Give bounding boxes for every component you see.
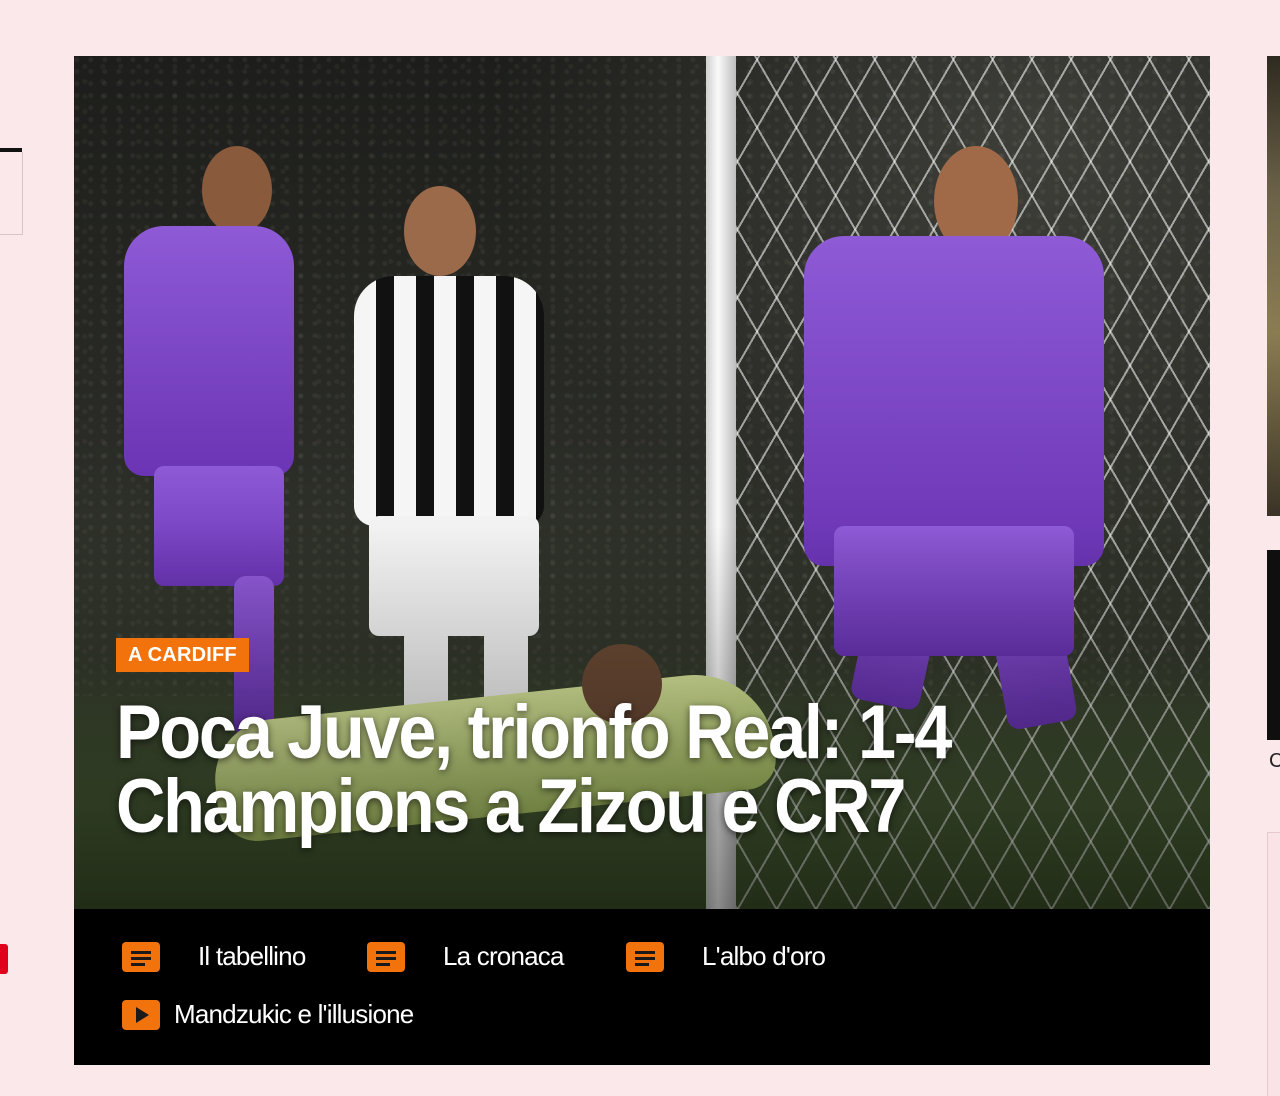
headline-line-1[interactable]: Poca Juve, trionfo Real: 1-4 — [116, 695, 1070, 771]
related-link-cronaca[interactable]: La cronaca — [367, 941, 564, 972]
right-column-video-thumb[interactable] — [1267, 550, 1280, 740]
hero-article: A CARDIFF Poca Juve, trionfo Real: 1-4 C… — [74, 56, 1210, 1065]
headline-link[interactable]: Poca Juve, trionfo Real: 1-4 Champions a… — [116, 695, 1070, 845]
right-column-caption[interactable]: C — [1269, 750, 1280, 773]
related-link-label[interactable]: Mandzukic e l'illusione — [174, 999, 414, 1030]
video-play-icon — [122, 999, 160, 1030]
headline-line-2[interactable]: Champions a Zizou e CR7 — [116, 769, 1070, 845]
section-kicker-badge[interactable]: A CARDIFF — [116, 638, 249, 672]
article-icon — [626, 941, 664, 972]
related-link-albo-doro[interactable]: L'albo d'oro — [626, 941, 826, 972]
related-links-bar: Il tabellino La cronaca L'albo d'oro Man… — [74, 909, 1210, 1065]
left-column-red-badge[interactable] — [0, 944, 8, 974]
left-column-box — [0, 152, 23, 235]
related-link-label[interactable]: Il tabellino — [198, 941, 306, 972]
article-icon — [122, 941, 160, 972]
related-link-label[interactable]: L'albo d'oro — [702, 941, 826, 972]
article-icon — [367, 941, 405, 972]
related-link-tabellino[interactable]: Il tabellino — [122, 941, 306, 972]
page: A CARDIFF Poca Juve, trionfo Real: 1-4 C… — [0, 0, 1280, 1096]
related-link-video-mandzukic[interactable]: Mandzukic e l'illusione — [122, 999, 414, 1030]
hero-photo[interactable]: A CARDIFF Poca Juve, trionfo Real: 1-4 C… — [74, 56, 1210, 909]
right-column-image[interactable] — [1267, 56, 1280, 516]
right-column-card — [1267, 832, 1280, 1096]
related-link-label[interactable]: La cronaca — [443, 941, 564, 972]
